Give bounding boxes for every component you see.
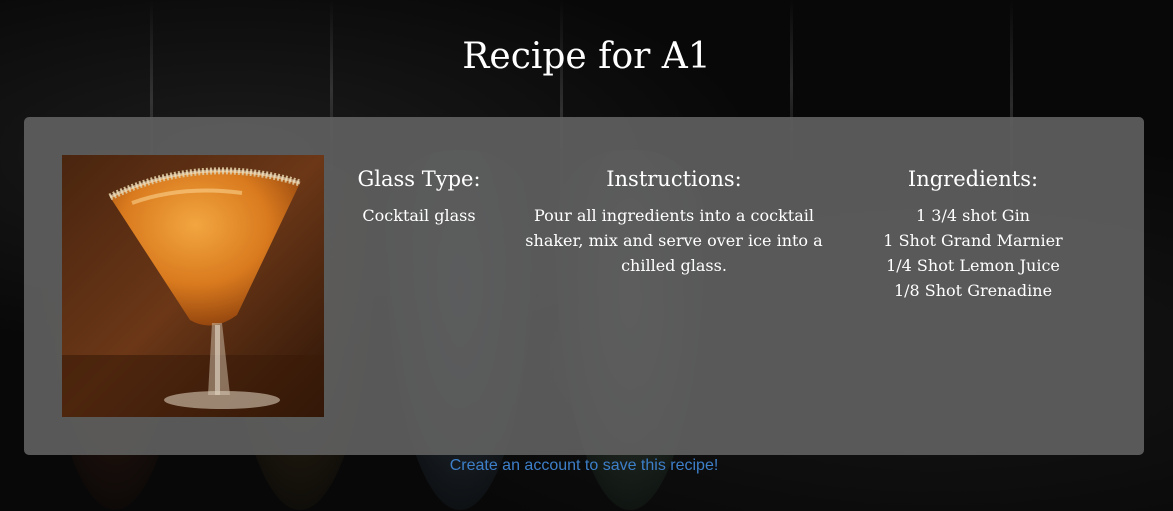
create-account-link[interactable]: Create an account to save this recipe! (0, 457, 1168, 475)
ingredient-item: 1 3/4 shot Gin (916, 206, 1030, 225)
ingredient-item: 1/4 Shot Lemon Juice (886, 256, 1060, 275)
ingredients-list: 1 3/4 shot Gin 1 Shot Grand Marnier 1/4 … (853, 203, 1093, 303)
cocktail-glass-illustration (62, 155, 324, 417)
glass-type-section: Glass Type: Cocktail glass (344, 167, 494, 228)
instructions-section: Instructions: Pour all ingredients into … (514, 167, 834, 278)
instructions-text: Pour all ingredients into a cocktail sha… (525, 206, 823, 275)
glass-type-heading: Glass Type: (357, 167, 481, 191)
cocktail-photo (62, 155, 324, 417)
recipe-card: Glass Type: Cocktail glass Instructions:… (24, 117, 1144, 455)
page-title: Recipe for A1 (462, 36, 711, 77)
ingredients-section: Ingredients: 1 3/4 shot Gin 1 Shot Grand… (853, 167, 1093, 303)
instructions-heading: Instructions: (606, 167, 742, 191)
ingredient-item: 1/8 Shot Grenadine (893, 281, 1053, 300)
ingredient-item: 1 Shot Grand Marnier (883, 231, 1063, 250)
glass-type-value: Cocktail glass (362, 206, 476, 225)
ingredients-heading: Ingredients: (907, 167, 1039, 191)
